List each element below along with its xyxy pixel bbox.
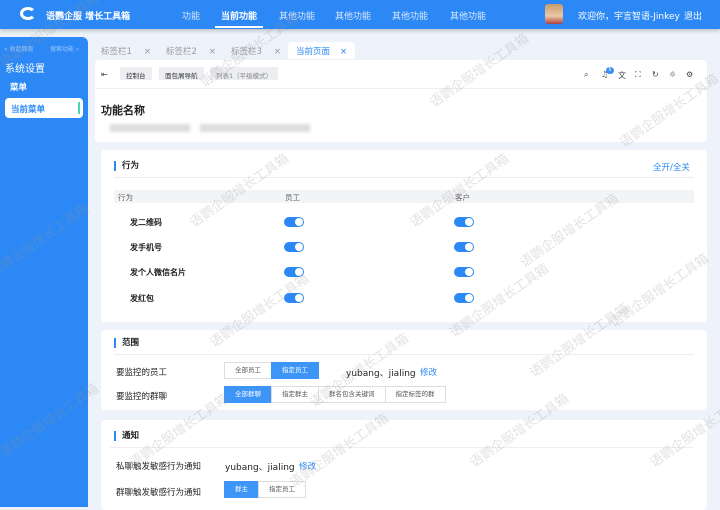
option-all-employees[interactable]: 全部员工 bbox=[224, 362, 272, 379]
search-label: 搜索功能 bbox=[50, 46, 75, 53]
nav-item[interactable]: 功能 bbox=[182, 9, 200, 22]
top-header: 语鹦企服 增长工具箱 功能 当前功能 其他功能 其他功能 其他功能 其他功能 欢… bbox=[0, 0, 720, 29]
notify-section-title: 通知 bbox=[114, 431, 139, 441]
page-title: 功能名称 bbox=[101, 104, 145, 117]
logo-icon bbox=[20, 7, 36, 20]
translate-icon[interactable]: 文 bbox=[618, 70, 626, 81]
option-specific-employees[interactable]: 指定员工 bbox=[271, 362, 319, 379]
tab-label: 当前页面 bbox=[296, 47, 331, 57]
employee-scope-label: 要监控的员工 bbox=[116, 368, 168, 378]
breadcrumb-current: 列表1（平级模式） bbox=[210, 67, 279, 80]
column-header: 客户 bbox=[455, 193, 470, 202]
theme-icon[interactable]: ☼ bbox=[669, 70, 676, 79]
customer-toggle[interactable] bbox=[454, 293, 474, 303]
sidebar-item-current[interactable]: 当前菜单 bbox=[5, 98, 83, 118]
tab-1[interactable]: 标签栏1 × bbox=[101, 42, 151, 59]
nav-item[interactable]: 其他功能 bbox=[392, 9, 428, 22]
tab-2[interactable]: 标签栏2 × bbox=[166, 42, 216, 59]
tab-3[interactable]: 标签栏3 × bbox=[231, 42, 281, 59]
group-notify-label: 群聊触发敏感行为通知 bbox=[116, 488, 202, 498]
blurred-description bbox=[200, 124, 310, 132]
table-header: 行为 员工 客户 bbox=[114, 190, 694, 203]
search-function-button[interactable]: 搜索功能 ⌕ bbox=[50, 44, 79, 54]
nav-item-active[interactable]: 当前功能 bbox=[221, 9, 257, 22]
employee-value: yubang、jialing bbox=[346, 369, 416, 379]
group-scope-selector: 全部群聊 指定群主 群名包含关键词 指定标签的群 bbox=[224, 386, 446, 403]
option-specific-employees[interactable]: 指定员工 bbox=[258, 481, 306, 498]
option-group-owner[interactable]: 指定群主 bbox=[271, 386, 319, 403]
employee-toggle[interactable] bbox=[284, 293, 304, 303]
nav-item[interactable]: 其他功能 bbox=[450, 9, 486, 22]
column-header: 行为 bbox=[118, 193, 133, 202]
divider bbox=[114, 354, 694, 355]
avatar[interactable] bbox=[545, 4, 563, 24]
blurred-description bbox=[110, 124, 190, 132]
breadcrumb-item[interactable]: 面包屑导航 bbox=[159, 67, 204, 80]
collapse-panel-button[interactable]: « 收起面板 bbox=[4, 44, 34, 53]
option-group-owner[interactable]: 群主 bbox=[224, 481, 259, 498]
row-label: 发个人微信名片 bbox=[130, 268, 186, 277]
private-notify-value: yubang、jialing bbox=[225, 463, 295, 473]
search-icon[interactable]: ⌕ bbox=[584, 70, 588, 80]
option-group-tag[interactable]: 指定标签的群 bbox=[384, 386, 446, 403]
behavior-section-title: 行为 bbox=[114, 161, 139, 171]
logout-link[interactable]: 退出 bbox=[684, 9, 702, 22]
divider bbox=[110, 447, 694, 448]
nav-item[interactable]: 其他功能 bbox=[335, 9, 371, 22]
divider bbox=[114, 177, 694, 178]
sidebar: « 收起面板 搜索功能 ⌕ 系统设置 菜单 当前菜单 bbox=[0, 37, 88, 507]
toggle-all-link[interactable]: 全开/全关 bbox=[653, 161, 690, 173]
employee-toggle[interactable] bbox=[284, 267, 304, 277]
active-indicator bbox=[78, 102, 80, 114]
tab-current[interactable]: 当前页面 × bbox=[288, 42, 356, 59]
row-label: 发手机号 bbox=[130, 243, 162, 252]
private-notify-label: 私聊触发敏感行为通知 bbox=[116, 462, 202, 472]
scope-section-title: 范围 bbox=[114, 338, 139, 348]
nav-active-indicator bbox=[215, 26, 263, 28]
option-all-groups[interactable]: 全部群聊 bbox=[224, 386, 272, 403]
brand-name: 语鹦企服 增长工具箱 bbox=[46, 12, 131, 22]
collapse-label: 收起面板 bbox=[9, 46, 34, 53]
row-label: 发红包 bbox=[130, 294, 154, 303]
tab-label: 标签栏1 bbox=[101, 47, 132, 57]
tab-label: 标签栏3 bbox=[231, 47, 262, 57]
gear-icon[interactable]: ⚙ bbox=[686, 70, 693, 79]
close-icon[interactable]: × bbox=[340, 47, 347, 57]
tab-label: 标签栏2 bbox=[166, 47, 197, 57]
breadcrumb-item[interactable]: 控制台 bbox=[120, 67, 152, 80]
nav-item[interactable]: 其他功能 bbox=[279, 9, 315, 22]
employee-toggle[interactable] bbox=[284, 242, 304, 252]
option-group-keyword[interactable]: 群名包含关键词 bbox=[318, 386, 386, 403]
customer-toggle[interactable] bbox=[454, 242, 474, 252]
behavior-card bbox=[101, 150, 707, 322]
notification-badge: 5 bbox=[606, 67, 614, 74]
employee-scope-selector: 全部员工 指定员工 bbox=[224, 362, 319, 379]
edit-private-notify-link[interactable]: 修改 bbox=[299, 460, 316, 472]
employee-toggle[interactable] bbox=[284, 217, 304, 227]
divider bbox=[95, 88, 707, 89]
group-scope-label: 要监控的群聊 bbox=[116, 392, 168, 402]
customer-toggle[interactable] bbox=[454, 217, 474, 227]
close-icon[interactable]: × bbox=[209, 47, 216, 57]
collapse-sidebar-icon[interactable]: ⇤ bbox=[101, 70, 108, 79]
row-label: 发二维码 bbox=[130, 218, 162, 227]
close-icon[interactable]: × bbox=[144, 47, 151, 57]
sidebar-item-label: 当前菜单 bbox=[11, 105, 46, 115]
sidebar-title: 系统设置 bbox=[5, 64, 45, 75]
column-header: 员工 bbox=[285, 193, 300, 202]
fullscreen-icon[interactable]: ⛶ bbox=[635, 70, 641, 80]
edit-employees-link[interactable]: 修改 bbox=[420, 366, 437, 378]
refresh-icon[interactable]: ↻ bbox=[652, 70, 659, 79]
customer-toggle[interactable] bbox=[454, 267, 474, 277]
group-notify-selector: 群主 指定员工 bbox=[224, 481, 306, 498]
welcome-text: 欢迎你，宇言智语-Jinkey bbox=[578, 12, 680, 22]
close-icon[interactable]: × bbox=[274, 47, 281, 57]
sidebar-item-menu[interactable]: 菜单 bbox=[10, 81, 27, 93]
